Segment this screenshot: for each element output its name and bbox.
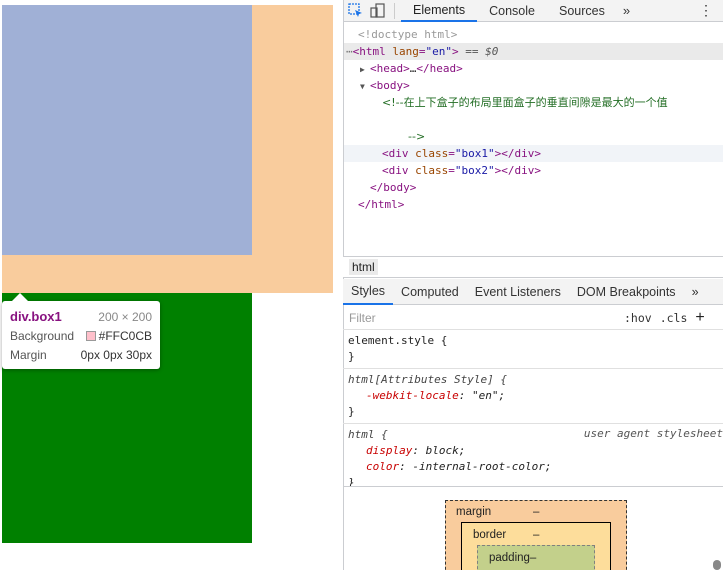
breadcrumb-html[interactable]: html [349, 259, 378, 275]
dom-body-close-line[interactable]: </body> [344, 179, 723, 196]
rule-html-selector: html { [348, 428, 388, 441]
padding-label: padding– [489, 552, 537, 564]
page-viewport: div.box1 200 × 200 Background #FFC0CB Ma… [0, 0, 343, 570]
inspect-tooltip: div.box1 200 × 200 Background #FFC0CB Ma… [2, 293, 160, 369]
comment-text: <!--在上下盒子的布局里面盒子的垂直间隙是最大的一个值 [382, 96, 668, 109]
html-close-tag-name: html [371, 198, 398, 211]
tooltip-background-hex: #FFC0CB [98, 328, 152, 343]
collapse-triangle-icon[interactable]: ▼ [360, 78, 370, 95]
styles-filter-input[interactable] [346, 307, 620, 328]
class-attr-name: class [415, 147, 449, 160]
comment-end-text: --> [408, 130, 426, 143]
head-close-tag-name: head [429, 62, 457, 75]
div-tag-name-2: div [388, 164, 409, 177]
border-label: border [473, 529, 507, 541]
div-tag-name: div [388, 147, 409, 160]
box2-class-value: "box2" [454, 164, 495, 177]
dom-comment-line[interactable]: <!--在上下盒子的布局里面盒子的垂直间隙是最大的一个值 [344, 94, 723, 111]
expand-triangle-icon[interactable]: ▶ [360, 61, 370, 78]
tooltip-element-name: div.box1 [10, 309, 62, 324]
inspect-element-icon[interactable] [344, 0, 366, 22]
user-agent-stylesheet-label: user agent stylesheet [583, 427, 723, 440]
rule-element-style-close: } [348, 350, 355, 363]
dom-comment-spacer [344, 111, 723, 128]
styles-pane: element.style { } html[Attributes Style]… [343, 330, 723, 486]
tab-elements[interactable]: Elements [401, 0, 478, 22]
tab-sources[interactable]: Sources [547, 0, 617, 22]
body-close-tag-name: body [383, 181, 410, 194]
rule-element-style[interactable]: element.style { } [343, 330, 723, 369]
tab-computed[interactable]: Computed [393, 279, 467, 305]
box1-content-highlight[interactable] [2, 5, 252, 255]
scrollbar-thumb[interactable] [713, 560, 721, 570]
dom-html-line[interactable]: ⋯<html lang="en"> == $0 [344, 43, 723, 60]
styles-subtabs: Styles Computed Event Listeners DOM Brea… [343, 279, 723, 305]
dom-doctype-line[interactable]: <!doctype html> [344, 26, 723, 43]
toolbar-divider [394, 2, 395, 19]
margin-label: margin [456, 506, 492, 518]
tab-event-listeners[interactable]: Event Listeners [467, 279, 569, 305]
div-close-tag-name-2: div [514, 164, 535, 177]
class-toggle[interactable]: .cls [656, 311, 692, 325]
html-lang-attr: lang [392, 45, 419, 58]
webkit-locale-prop[interactable]: -webkit-locale [366, 389, 459, 402]
border-value[interactable]: – [533, 529, 539, 541]
doctype-text: <!doctype html> [358, 28, 458, 41]
margin-value[interactable]: – [533, 506, 539, 518]
box1-class-value: "box1" [454, 147, 495, 160]
tooltip-background-label: Background [10, 328, 75, 343]
rule-html-close: } [348, 476, 355, 486]
dom-tree: <!doctype html> ⋯<html lang="en"> == $0 … [344, 22, 723, 258]
rule-html-attributes-close: } [348, 405, 355, 418]
tab-console[interactable]: Console [477, 0, 547, 22]
styles-filter-bar: :hov .cls + [343, 306, 723, 330]
dom-html-close-line[interactable]: </html> [344, 196, 723, 213]
device-toolbar-icon[interactable] [366, 0, 388, 22]
rule-element-style-selector: element.style { [348, 334, 448, 347]
devtools-menu-icon[interactable]: ⋮ [699, 2, 713, 19]
dom-div-box2-line[interactable]: <div class="box2"></div> [344, 162, 723, 179]
class-attr-name-2: class [415, 164, 449, 177]
tab-dom-breakpoints[interactable]: DOM Breakpoints [569, 279, 684, 305]
more-tabs-icon[interactable]: » [617, 3, 636, 18]
devtools-tabbar: Elements Console Sources » ⋮ [344, 0, 723, 22]
html-tag-name: html [359, 45, 386, 58]
dom-div-box1-line[interactable]: <div class="box1"></div> [344, 145, 723, 162]
tooltip-element-size: 200 × 200 [98, 309, 152, 324]
webkit-locale-value[interactable]: "en"; [472, 389, 505, 402]
display-value: block; [425, 444, 466, 457]
tooltip-background-value: #FFC0CB [85, 328, 152, 343]
color-prop: color [366, 460, 400, 473]
rule-html-attributes-selector: html[Attributes Style] { [348, 373, 507, 386]
rule-html-attributes[interactable]: html[Attributes Style] { -webkit-locale:… [343, 369, 723, 424]
dom-body-line[interactable]: ▼ <body> [344, 77, 723, 94]
selected-node-marker: == $0 [465, 45, 499, 58]
body-tag-name: body [376, 79, 404, 92]
tooltip-margin-value: 0px 0px 30px [80, 347, 152, 362]
more-subtabs-icon[interactable]: » [684, 279, 707, 305]
color-value: -internal-root-color; [412, 460, 552, 473]
ellipsis-icon: ⋯ [346, 45, 353, 58]
display-prop: display [366, 444, 413, 457]
div-close-tag-name: div [514, 147, 535, 160]
tooltip-margin-label: Margin [10, 347, 47, 362]
dom-comment-end-line[interactable]: --> [344, 128, 723, 145]
new-rule-plus-icon[interactable]: + [691, 309, 708, 327]
head-tag-name: head [376, 62, 404, 75]
box-model-diagram: margin – border – padding– [343, 486, 723, 570]
breadcrumb: html [343, 256, 723, 278]
rule-html-ua[interactable]: user agent stylesheet html { display: bl… [343, 424, 723, 486]
color-swatch-icon [85, 330, 96, 341]
hover-state-toggle[interactable]: :hov [620, 311, 656, 325]
html-lang-value: "en" [425, 45, 453, 58]
dom-head-line[interactable]: ▶ <head>…</head> [344, 60, 723, 77]
tab-styles[interactable]: Styles [343, 279, 394, 305]
